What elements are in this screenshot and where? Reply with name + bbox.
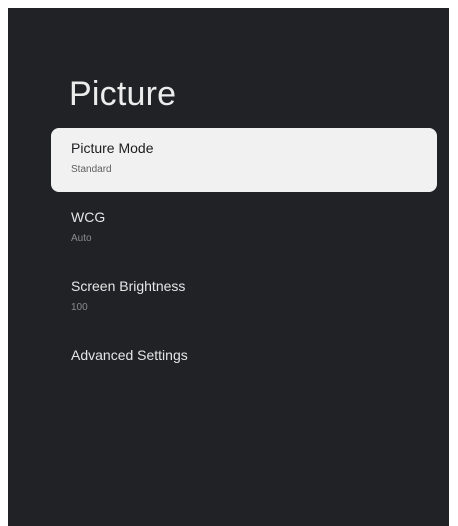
screen-brightness-label: Screen Brightness — [71, 278, 186, 294]
menu-item-wcg[interactable]: WCG Auto — [51, 197, 437, 261]
wcg-label: WCG — [71, 209, 106, 225]
picture-mode-label: Picture Mode — [71, 140, 154, 156]
picture-settings-menu: Picture Mode Standard WCG Auto Screen Br… — [51, 128, 437, 404]
menu-item-picture-mode[interactable]: Picture Mode Standard — [51, 128, 437, 192]
page-title: Picture — [69, 75, 177, 113]
menu-item-advanced-settings[interactable]: Advanced Settings — [51, 335, 437, 399]
screen-brightness-value: 100 — [71, 302, 88, 313]
advanced-settings-label: Advanced Settings — [71, 347, 188, 363]
menu-item-screen-brightness[interactable]: Screen Brightness 100 — [51, 266, 437, 330]
picture-mode-value: Standard — [71, 164, 112, 175]
picture-settings-screen: Picture Picture Mode Standard WCG Auto S… — [8, 8, 449, 526]
wcg-value: Auto — [71, 233, 92, 244]
